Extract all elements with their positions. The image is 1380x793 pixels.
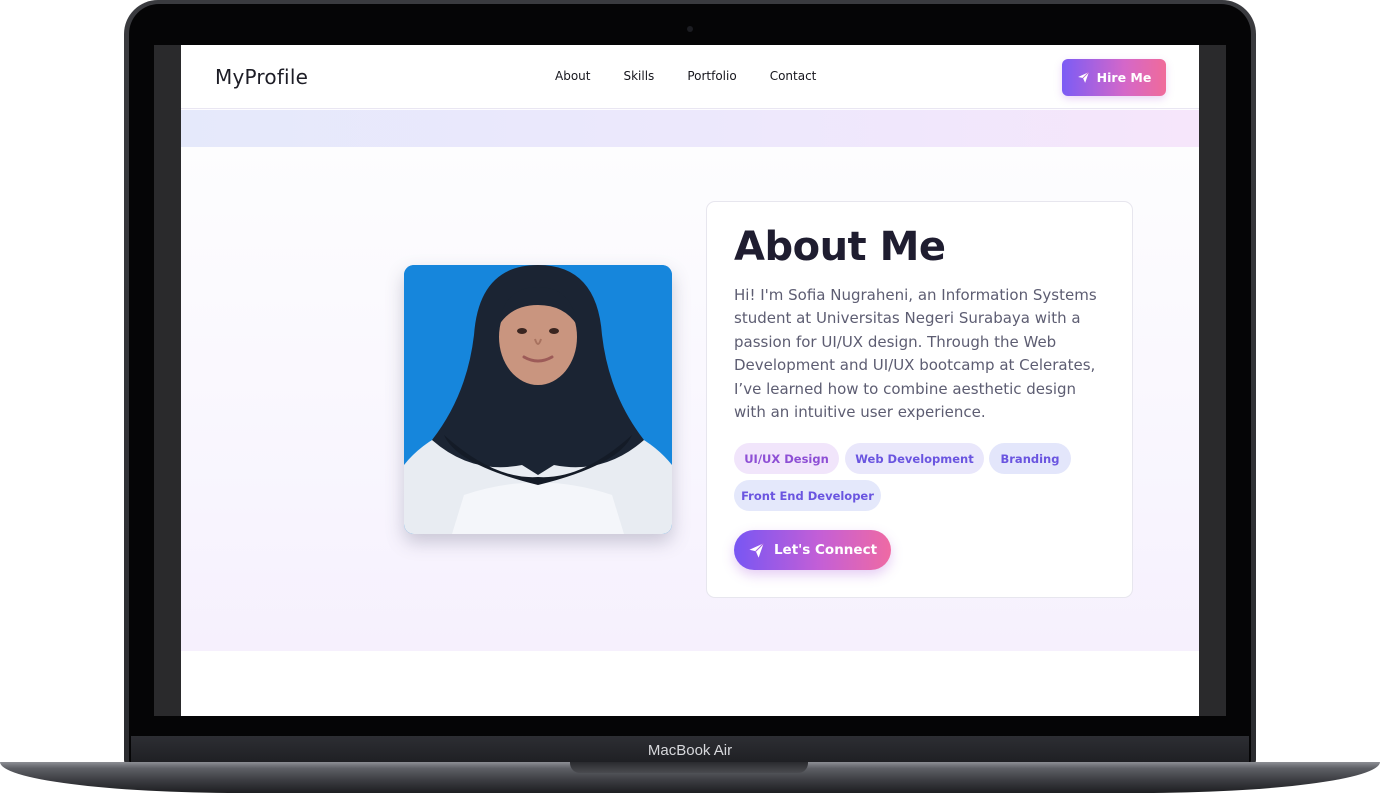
next-section <box>181 651 1199 716</box>
skill-tag-web-development: Web Development <box>845 443 984 474</box>
device-label: MacBook Air <box>647 741 733 759</box>
hero-strip <box>181 110 1199 147</box>
skill-tag-front-end: Front End Developer <box>734 480 881 511</box>
laptop-notch <box>570 762 808 773</box>
camera-icon <box>687 26 693 32</box>
nav-link-contact[interactable]: Contact <box>770 69 817 83</box>
hire-me-button[interactable]: Hire Me <box>1062 59 1166 96</box>
hire-me-label: Hire Me <box>1096 70 1152 85</box>
skill-tag-uiux: UI/UX Design <box>734 443 839 474</box>
about-card: About Me Hi! I'm Sofia Nugraheni, an Inf… <box>706 201 1133 598</box>
paper-plane-icon <box>1077 71 1089 83</box>
site-logo[interactable]: MyProfile <box>215 65 308 89</box>
laptop-chin: MacBook Air <box>131 736 1249 764</box>
nav-link-skills[interactable]: Skills <box>623 69 654 83</box>
laptop-screen: MyProfile About Skills Portfolio Contact… <box>154 45 1226 716</box>
portfolio-website: MyProfile About Skills Portfolio Contact… <box>181 45 1199 716</box>
paper-plane-icon <box>749 542 764 558</box>
nav-link-portfolio[interactable]: Portfolio <box>687 69 736 83</box>
about-section: About Me Hi! I'm Sofia Nugraheni, an Inf… <box>181 147 1199 651</box>
lets-connect-button[interactable]: Let's Connect <box>734 530 891 570</box>
nav-links: About Skills Portfolio Contact <box>555 69 849 83</box>
about-description: Hi! I'm Sofia Nugraheni, an Information … <box>734 286 1097 422</box>
navbar: MyProfile About Skills Portfolio Contact… <box>181 45 1199 109</box>
profile-photo-illustration <box>404 265 672 534</box>
lets-connect-label: Let's Connect <box>773 542 878 558</box>
nav-link-about[interactable]: About <box>555 69 590 83</box>
skill-tag-branding: Branding <box>989 443 1071 474</box>
about-title: About Me <box>734 224 946 270</box>
profile-photo <box>404 265 672 534</box>
